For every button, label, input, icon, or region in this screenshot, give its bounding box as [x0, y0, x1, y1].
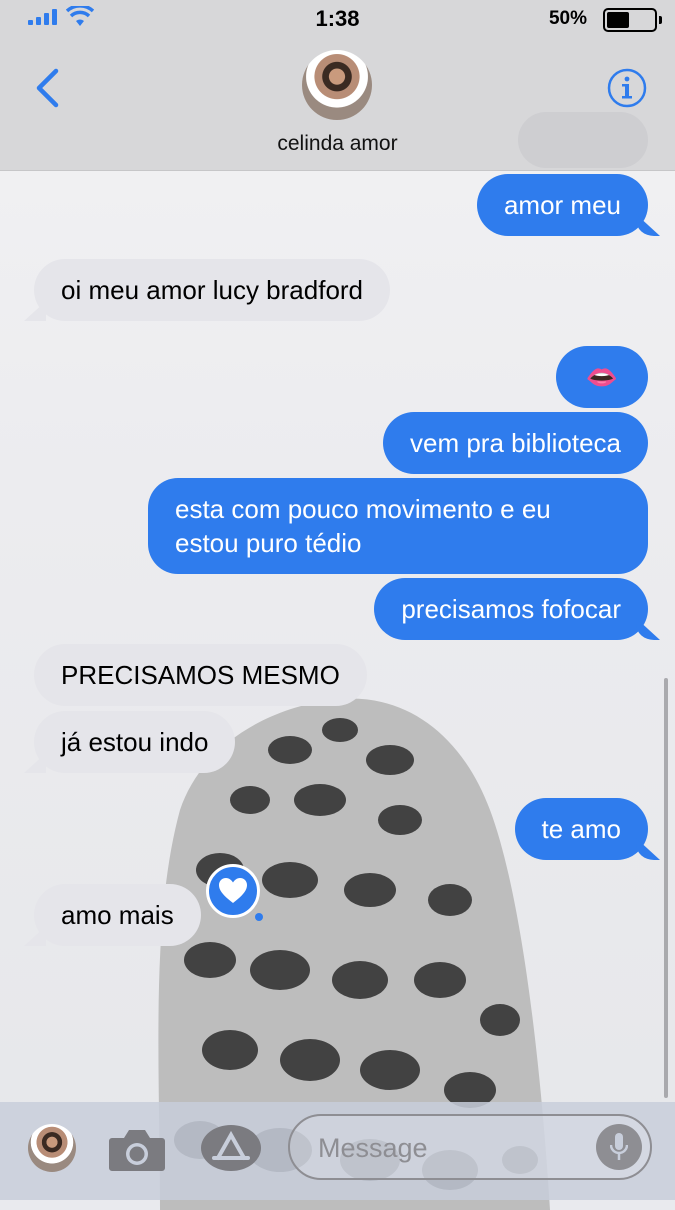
message-bubble-incoming[interactable]: PRECISAMOS MESMO [34, 644, 367, 706]
info-icon[interactable] [607, 68, 647, 108]
heart-icon [219, 878, 247, 903]
message-bubble-outgoing[interactable]: esta com pouco movimento e eu estou puro… [148, 478, 648, 574]
message-bubble-incoming[interactable]: já estou indo [34, 711, 236, 773]
message-input-bar [0, 1102, 675, 1200]
camera-icon[interactable] [108, 1126, 166, 1172]
faded-previous-message [518, 112, 648, 168]
message-input[interactable] [316, 1130, 580, 1166]
scroll-indicator[interactable] [664, 678, 668, 1098]
message-bubble-incoming[interactable]: oi meu amor lucy bradford [34, 259, 391, 321]
contact-avatar[interactable] [302, 50, 372, 120]
status-bar: 1:38 50% [0, 0, 675, 38]
message-bubble-outgoing[interactable]: precisamos fofocar [374, 578, 648, 640]
message-bubble-outgoing-emoji[interactable]: 👄 [555, 346, 648, 408]
message-bubble-outgoing[interactable]: vem pra biblioteca [383, 412, 648, 474]
tapback-heart[interactable] [206, 864, 263, 921]
battery-percent: 50% [548, 8, 587, 29]
memoji-avatar-button[interactable] [28, 1124, 76, 1172]
back-chevron-icon[interactable] [32, 68, 64, 108]
microphone-icon [610, 1133, 628, 1160]
message-field[interactable] [288, 1114, 652, 1180]
app-store-icon[interactable] [200, 1124, 262, 1172]
battery-icon [603, 8, 662, 32]
message-bubble-outgoing[interactable]: amor meu [476, 174, 648, 236]
message-bubble-outgoing[interactable]: te amo [514, 798, 648, 860]
message-bubble-incoming[interactable]: amo mais [34, 884, 201, 946]
microphone-button[interactable] [596, 1124, 642, 1170]
